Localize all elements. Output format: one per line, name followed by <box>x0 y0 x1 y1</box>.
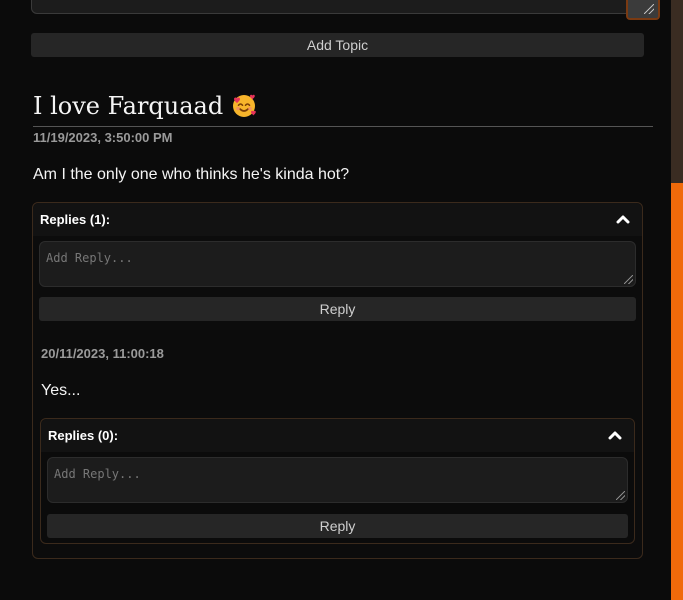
nested-reply-input-placeholder: Add Reply... <box>54 467 141 481</box>
textarea-resize-handle[interactable] <box>626 0 660 20</box>
nested-add-reply-input[interactable]: Add Reply... <box>47 457 628 503</box>
reply-text: Yes... <box>41 382 81 399</box>
smiling-face-with-hearts-icon <box>231 93 257 119</box>
resize-grip-icon[interactable] <box>644 4 654 14</box>
nested-reply-button[interactable]: Reply <box>47 514 628 538</box>
reply-date: 20/11/2023, 11:00:18 <box>41 346 164 361</box>
add-topic-button[interactable]: Add Topic <box>31 33 644 57</box>
nested-replies-header[interactable]: Replies (0): <box>41 419 634 452</box>
scrollbar-thumb[interactable] <box>671 183 683 600</box>
add-reply-input[interactable]: Add Reply... <box>39 241 636 287</box>
topic-date: 11/19/2023, 3:50:00 PM <box>33 130 173 145</box>
reply-button[interactable]: Reply <box>39 297 636 321</box>
resize-grip-icon[interactable] <box>616 491 625 500</box>
reply-input-placeholder: Add Reply... <box>46 251 133 265</box>
resize-grip-icon[interactable] <box>624 275 633 284</box>
topic-title: I love Farquaad <box>33 92 653 127</box>
chevron-up-icon[interactable] <box>616 214 630 224</box>
topic-body: Am I the only one who thinks he's kinda … <box>33 166 350 183</box>
topic-title-text: I love Farquaad <box>33 92 224 120</box>
topic-body-textarea[interactable] <box>31 0 645 14</box>
nested-replies-count-label: Replies (0): <box>48 428 119 443</box>
replies-count-label: Replies (1): <box>40 212 111 227</box>
replies-header[interactable]: Replies (1): <box>33 203 642 236</box>
chevron-up-icon[interactable] <box>608 430 622 440</box>
